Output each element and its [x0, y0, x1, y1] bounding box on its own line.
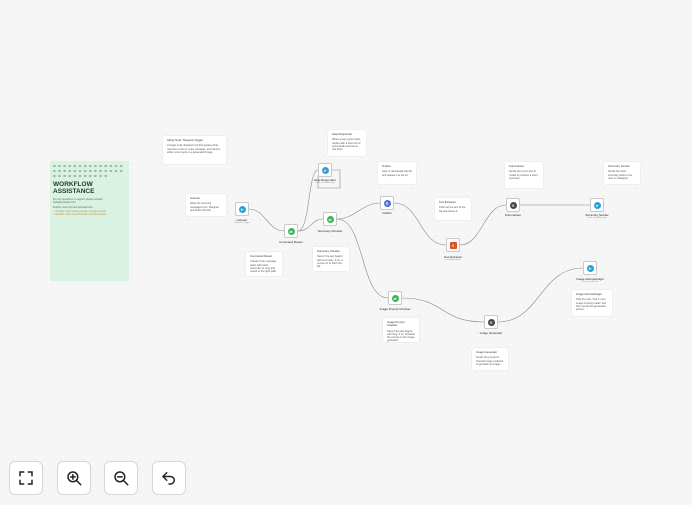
workflow-assistance-sticky-note[interactable]: = = = = = = = = = = = = = = = = = = = = …: [50, 161, 129, 281]
node-image-prompt-checker[interactable]: ⇄: [388, 291, 402, 305]
node-label: Summary Checker: [317, 229, 343, 233]
sticky-line: hello@example.com: [53, 201, 76, 205]
zoom-out-button[interactable]: [104, 461, 138, 495]
node-help-responder[interactable]: ➤: [318, 163, 332, 177]
node-sublabel: Telegram Trigger: [233, 222, 251, 224]
note-telegram-trigger[interactable]: Sticky Note: Telegram trigger A single no…: [163, 136, 226, 164]
node-sublabel: send: sendMessage: [587, 217, 607, 219]
note-summary-sender[interactable]: Summary Sender Sends the short summary ba…: [604, 162, 640, 184]
edge-listener-command: [248, 208, 285, 232]
note-image-prompt-checker[interactable]: Image Prompt Checker Sees if the text beg…: [383, 318, 419, 342]
note-text-extractor[interactable]: Text Extractor Pulls out the text of the …: [435, 198, 471, 220]
node-label: Image Prompt Checker: [379, 307, 411, 311]
undo-icon: [162, 472, 175, 485]
zoom-in-icon: [67, 471, 82, 486]
gear-icon: ⚙: [383, 199, 391, 207]
fit-view-button[interactable]: [9, 461, 43, 495]
node-sublabel: extractFromFile: [445, 259, 461, 261]
telegram-icon: ➤: [238, 205, 246, 213]
switch-icon: ⇄: [326, 215, 334, 223]
note-command-router[interactable]: Command Router Checks if the message star…: [246, 252, 282, 276]
zoom-in-button[interactable]: [57, 461, 91, 495]
zoom-out-icon: [114, 471, 129, 486]
node-sublabel: send: sendPhoto: [581, 281, 599, 283]
node-label: Image Generator: [479, 331, 503, 335]
node-listener[interactable]: ➤: [235, 202, 249, 216]
telegram-icon: ➤: [586, 264, 594, 272]
note-outline[interactable]: Outline Gets or downloads the file and pa…: [378, 162, 416, 184]
edge-gen-ack: [497, 267, 584, 323]
fit-view-icon: [19, 471, 33, 485]
node-label: Outline: [382, 211, 392, 215]
note-summary-checker[interactable]: Summary Checker Sees if the text begins w…: [313, 247, 349, 271]
node-summariser[interactable]: ✲: [506, 198, 520, 212]
note-image-acknowledger[interactable]: Image Acknowledger Tells the user "Got it…: [572, 290, 612, 316]
node-image-acknowledger[interactable]: ➤: [583, 261, 597, 275]
undo-button[interactable]: [152, 461, 186, 495]
switch-icon: ⇄: [287, 227, 295, 235]
sticky-separator: = = = = = = = = = = = = = = = = = = = = …: [53, 164, 123, 179]
telegram-icon: ➤: [321, 166, 329, 174]
sticky-link-linkedin[interactable]: - LinkedIn: https://www.linkedin.com/in/…: [53, 213, 126, 216]
node-label: Summariser: [504, 213, 522, 217]
node-summary-checker[interactable]: ⇄: [323, 212, 337, 226]
openai-icon: ✲: [487, 318, 495, 326]
note-help-responder[interactable]: Help Responder When a user types /start, …: [328, 130, 366, 156]
node-outline[interactable]: ⚙: [380, 196, 394, 210]
openai-icon: ✲: [509, 201, 517, 209]
switch-icon: ⇄: [391, 294, 399, 302]
html5-icon: 5: [449, 241, 457, 249]
node-summary-sender[interactable]: ➤: [590, 198, 604, 212]
edge-summary-outline: [336, 202, 381, 220]
note-summariser[interactable]: Summariser Sends the text to the AI model…: [505, 162, 543, 188]
node-sublabel: send: sendMessage: [315, 182, 335, 184]
note-listener[interactable]: Listener Waits for incoming messages from…: [186, 194, 226, 216]
sticky-title: WORKFLOW ASSISTANCE: [53, 181, 95, 195]
node-image-generator[interactable]: ✲: [484, 315, 498, 329]
workflow-canvas[interactable]: = = = = = = = = = = = = = = = = = = = = …: [0, 0, 692, 505]
node-command-router[interactable]: ⇄: [284, 224, 298, 238]
node-text-extractor[interactable]: 5: [446, 238, 460, 252]
note-image-generator[interactable]: Image Generator Sends the prompt to OpenA…: [472, 348, 508, 370]
telegram-icon: ➤: [593, 201, 601, 209]
node-label: Command Router: [279, 240, 303, 244]
